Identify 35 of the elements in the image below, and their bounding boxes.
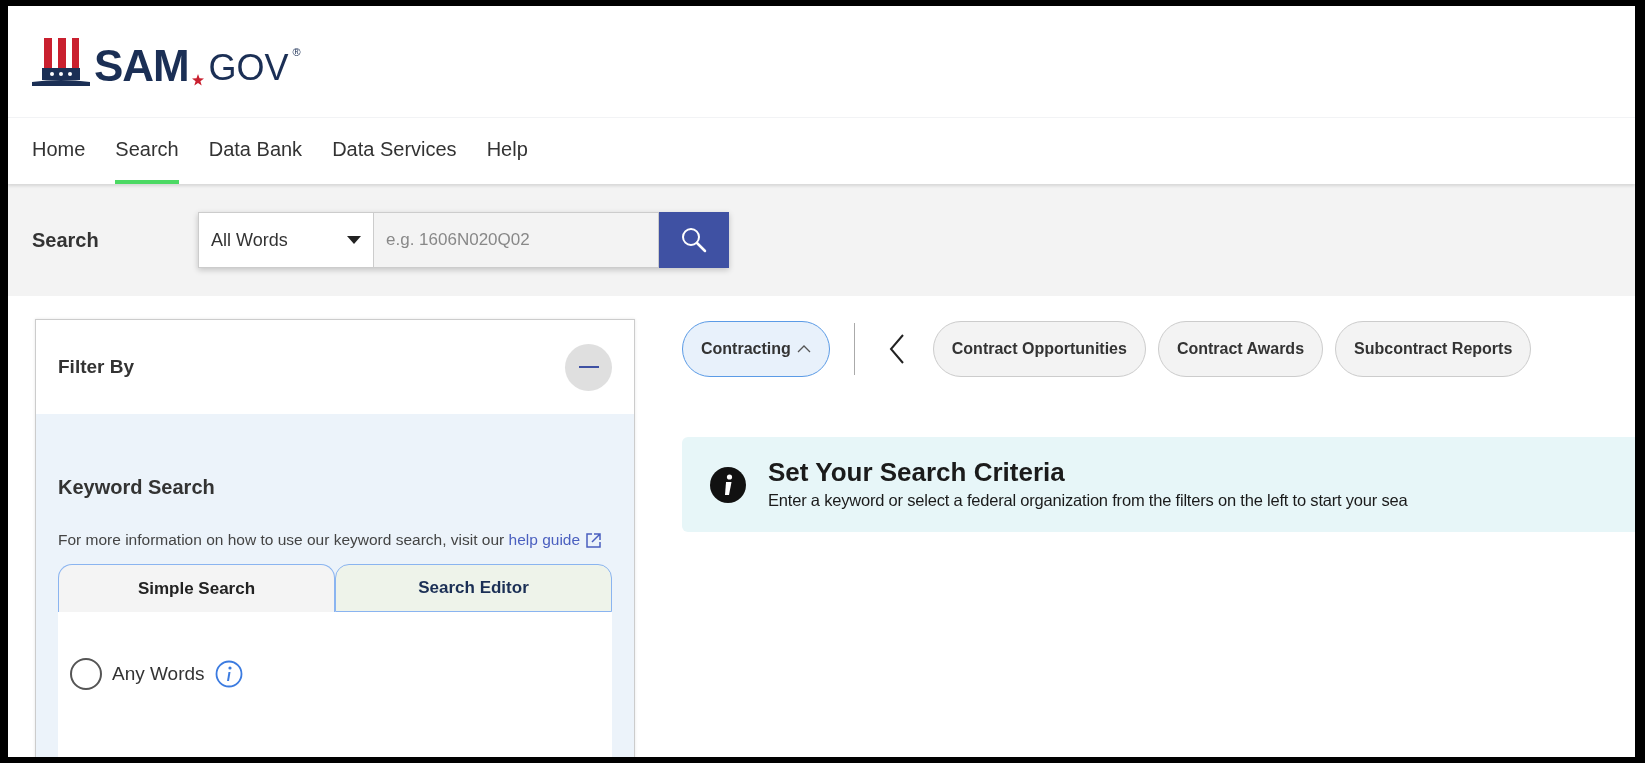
radio-button[interactable] <box>70 658 102 690</box>
help-guide-link[interactable]: help guide <box>508 524 602 556</box>
info-icon <box>710 466 746 503</box>
star-icon <box>192 73 205 86</box>
search-button[interactable] <box>659 212 729 268</box>
chevron-left-icon[interactable] <box>888 334 905 364</box>
description-text: For more information on how to use our keyword search, visit our help guide <box>58 524 612 556</box>
logo-text: GOV <box>208 47 289 88</box>
caret-icon <box>347 236 361 244</box>
radio-label: Any Words <box>112 661 205 686</box>
alert-title: Set Your Search Criteria <box>768 456 1066 489</box>
external-link-icon <box>586 532 602 548</box>
domain-chip[interactable]: Contracting <box>682 321 830 377</box>
logo-text: SAM <box>94 43 189 88</box>
chevron-up-icon <box>796 345 811 353</box>
info-icon[interactable] <box>214 660 243 688</box>
nav-tab[interactable]: Home <box>32 118 86 184</box>
nav-tab[interactable]: Data Services <box>332 118 457 184</box>
alert-message: Enter a keyword or select a federal organization from the filters on the left to start your sea <box>768 490 1408 512</box>
category-chip[interactable]: Contract Awards <box>1157 321 1324 377</box>
search-icon <box>680 226 708 254</box>
registered-mark: ® <box>292 44 301 60</box>
search-mode-tab[interactable]: Simple Search <box>58 564 335 612</box>
search-label: Search <box>32 228 100 253</box>
category-chip[interactable]: Subcontract Reports <box>1335 321 1532 377</box>
search-mode-tab[interactable]: Search Editor <box>335 564 612 612</box>
search-field[interactable]: e.g. 1606N020Q02 <box>374 212 659 268</box>
section-title: Keyword Search <box>58 475 216 500</box>
panel-title: Filter By <box>58 354 135 379</box>
minus-icon <box>578 366 599 368</box>
hat-logo-icon <box>32 35 90 88</box>
nav-tab[interactable]: Data Bank <box>208 118 303 184</box>
nav-tab[interactable]: Help <box>486 118 528 184</box>
category-chip[interactable]: Contract Opportunities <box>932 321 1146 377</box>
search-mode-dropdown[interactable]: All Words <box>198 212 374 268</box>
